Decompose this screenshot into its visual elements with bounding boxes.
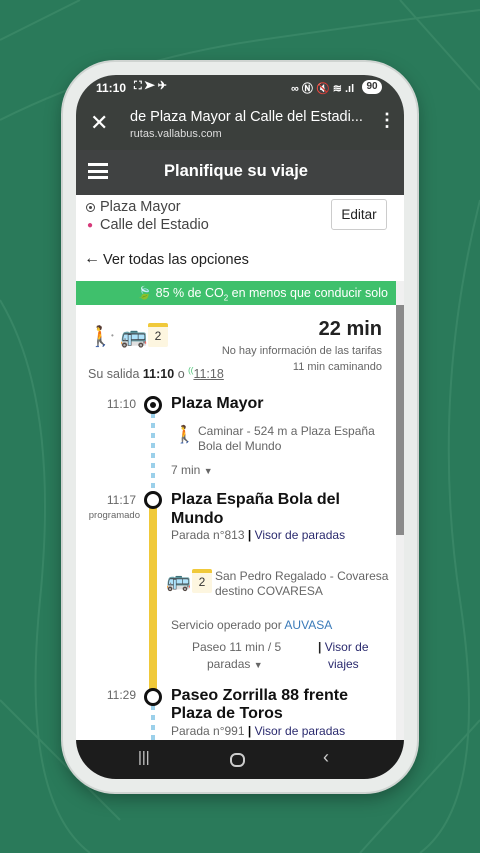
- ride-stops-toggle[interactable]: paradas ▼: [207, 657, 263, 671]
- home-icon[interactable]: [230, 753, 245, 767]
- menu-icon[interactable]: [88, 163, 108, 179]
- more-options-icon[interactable]: ⋮: [378, 110, 396, 131]
- destination: Calle del Estadio: [100, 217, 209, 233]
- status-time: 11:10: [96, 81, 127, 95]
- walk-duration-toggle[interactable]: 7 min ▼: [171, 463, 213, 477]
- app-header: Planifique su viaje: [76, 150, 404, 195]
- line-badge: 2: [192, 569, 212, 593]
- walk-line: [151, 413, 155, 499]
- page-title: Planifique su viaje: [164, 162, 308, 180]
- walk-description: Caminar - 524 m a Plaza España: [198, 424, 375, 438]
- browser-title: de Plaza Mayor al Calle del Estadi...: [130, 109, 363, 125]
- destination-pin-icon: ●: [87, 220, 94, 231]
- stop-marker: [144, 491, 162, 509]
- co2-banner: 🍃 85 % de CO2 en menos que conducir solo: [76, 281, 396, 305]
- walk-icon: 🚶: [88, 326, 113, 348]
- bus-route: San Pedro Regalado - Covaresa: [215, 569, 389, 583]
- bus-line: [149, 505, 157, 695]
- scrollbar-thumb[interactable]: [396, 305, 404, 535]
- origin-stop-marker: [144, 396, 162, 414]
- trip-duration: 22 min: [318, 318, 382, 340]
- battery-indicator: 90: [362, 80, 382, 94]
- trip-viewer-link[interactable]: viajes: [328, 657, 359, 671]
- scheduled-label: programado: [88, 510, 140, 521]
- android-nav-bar: ||| ‹: [76, 740, 404, 779]
- trip-viewer-link[interactable]: | Visor de: [318, 640, 369, 654]
- stop-time: 11:29: [106, 688, 136, 702]
- notification-icons: ⛶ ➤ ✈: [134, 80, 167, 92]
- bus-icon: 🚌: [120, 323, 148, 348]
- all-options-link[interactable]: Ver todas las opciones: [103, 252, 249, 268]
- operator-link[interactable]: AUVASA: [284, 618, 332, 632]
- fare-info: No hay información de las tarifas: [221, 345, 382, 357]
- stop-name: Plaza de Toros: [171, 705, 283, 722]
- system-icons: ∞ Ⓝ 🔇 ≋ .ıl: [291, 83, 355, 95]
- walk-line: [151, 705, 155, 745]
- ride-summary: Paseo 11 min / 5: [192, 640, 282, 654]
- stop-viewer-link[interactable]: Visor de paradas: [255, 528, 346, 542]
- bus-icon: 🚌: [166, 570, 191, 592]
- browser-url: rutas.vallabus.com: [130, 128, 222, 140]
- stop-time: 11:10: [106, 397, 136, 411]
- walking-time: 11 min caminando: [292, 361, 382, 373]
- origin: Plaza Mayor: [100, 199, 181, 215]
- back-arrow-icon[interactable]: ←: [84, 250, 100, 268]
- departure: Su salida 11:10 o ((11:18: [88, 366, 224, 382]
- close-icon[interactable]: ✕: [90, 110, 108, 136]
- bus-destination: destino COVARESA: [215, 584, 323, 598]
- leaf-icon: 🍃: [136, 286, 153, 300]
- caret-down-icon: ▼: [203, 466, 213, 476]
- status-bar: 11:10 ⛶ ➤ ✈ ∞ Ⓝ 🔇 ≋ .ıl 90: [76, 75, 404, 100]
- walk-icon: 🚶: [174, 425, 196, 444]
- stop-info: Parada n°813 | Visor de paradas: [171, 528, 346, 542]
- stop-name: Mundo: [171, 510, 224, 527]
- screen: 11:10 ⛶ ➤ ✈ ∞ Ⓝ 🔇 ≋ .ıl 90 ✕ de Plaza Ma…: [76, 75, 404, 779]
- stop-marker: [144, 688, 162, 706]
- stop-name: Plaza España Bola del: [171, 491, 340, 508]
- stop-name: Paseo Zorrilla 88 frente: [171, 687, 348, 704]
- line-badge: 2: [148, 323, 168, 347]
- separator: •: [111, 331, 114, 340]
- caret-down-icon: ▼: [253, 660, 263, 670]
- stop-viewer-link[interactable]: Visor de paradas: [255, 724, 346, 738]
- edit-button[interactable]: Editar: [331, 199, 387, 230]
- origin-icon: [86, 203, 95, 212]
- browser-toolbar: ✕ de Plaza Mayor al Calle del Estadi... …: [76, 100, 404, 150]
- operator: Servicio operado por AUVASA: [171, 618, 333, 632]
- alt-departure-link[interactable]: 11:18: [193, 367, 223, 381]
- stop-name: Plaza Mayor: [171, 395, 264, 412]
- stop-info: Parada n°991 | Visor de paradas: [171, 724, 346, 738]
- recent-apps-icon[interactable]: |||: [138, 749, 150, 766]
- stop-time: 11:17: [106, 493, 136, 507]
- back-icon[interactable]: ‹: [323, 747, 329, 768]
- walk-description: Bola del Mundo: [198, 439, 282, 453]
